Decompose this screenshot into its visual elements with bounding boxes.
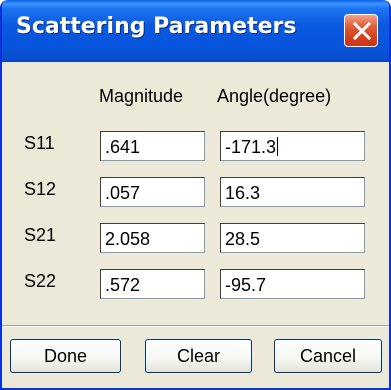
magnitude-column-header: Magnitude xyxy=(99,86,184,106)
done-button[interactable]: Done xyxy=(10,339,121,373)
s21-magnitude-input[interactable]: 2.058 xyxy=(100,223,205,253)
s11-magnitude-value: .641 xyxy=(105,137,141,157)
s21-magnitude-value: 2.058 xyxy=(105,229,151,249)
title-bar[interactable]: Scattering Parameters xyxy=(2,0,389,62)
window-title: Scattering Parameters xyxy=(16,14,297,39)
scattering-parameters-dialog: Scattering Parameters Magnitude Angle(de… xyxy=(0,0,391,390)
s12-magnitude-value: .057 xyxy=(105,183,141,203)
clear-button[interactable]: Clear xyxy=(145,339,252,373)
text-caret xyxy=(277,137,279,156)
s22-magnitude-value: .572 xyxy=(105,275,141,295)
s12-magnitude-input[interactable]: .057 xyxy=(100,177,205,207)
cancel-button[interactable]: Cancel xyxy=(274,339,382,373)
row-label-s21: S21 xyxy=(24,225,57,245)
row-label-s12: S12 xyxy=(24,179,57,199)
row-label-s22: S22 xyxy=(24,271,57,291)
s22-angle-value: -95.7 xyxy=(225,275,267,295)
close-button[interactable] xyxy=(344,14,378,47)
s11-angle-input[interactable]: -171.3 xyxy=(220,131,365,161)
s22-magnitude-input[interactable]: .572 xyxy=(100,269,205,299)
s12-angle-input[interactable]: 16.3 xyxy=(220,177,365,207)
s11-magnitude-input[interactable]: .641 xyxy=(100,131,205,161)
angle-column-header: Angle(degree) xyxy=(217,86,332,106)
s22-angle-input[interactable]: -95.7 xyxy=(220,269,365,299)
button-divider xyxy=(2,325,389,327)
s21-angle-input[interactable]: 28.5 xyxy=(220,223,365,253)
close-icon xyxy=(352,21,372,41)
s21-angle-value: 28.5 xyxy=(225,229,261,249)
s11-angle-value: -171.3 xyxy=(225,137,277,157)
s12-angle-value: 16.3 xyxy=(225,183,261,203)
row-label-s11: S11 xyxy=(24,133,55,153)
